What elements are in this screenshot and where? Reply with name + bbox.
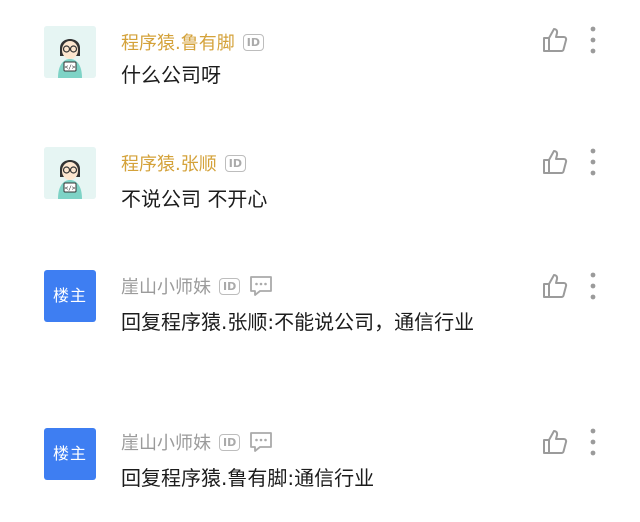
username[interactable]: 崖山小师妹 (121, 429, 211, 455)
comment-item: </> 程序猿.张顺 ID 不说公司 不开心 (0, 120, 640, 250)
more-icon[interactable] (587, 270, 599, 302)
chat-icon[interactable] (248, 274, 274, 298)
more-icon[interactable] (587, 24, 599, 56)
comment-list: </> 程序猿.鲁有脚 ID 什么公司呀 </> 程序猿.张顺 ID 不说公司 … (0, 0, 640, 522)
comment-text: 不说公司 不开心 (121, 187, 268, 211)
comment-item: 楼主 崖山小师妹 ID 回复程序猿.鲁有脚:通信行业 (0, 400, 640, 522)
avatar[interactable]: 楼主 (44, 428, 96, 480)
svg-text:</>: </> (65, 185, 76, 192)
id-badge: ID (242, 33, 264, 51)
thumbs-up-icon[interactable] (541, 428, 569, 456)
avatar[interactable]: </> (44, 26, 96, 78)
avatar[interactable]: </> (44, 147, 96, 199)
username[interactable]: 程序猿.张顺 (121, 150, 217, 176)
id-badge: ID (219, 433, 241, 451)
more-icon[interactable] (587, 146, 599, 178)
comment-text: 什么公司呀 (121, 63, 221, 87)
svg-text:</>: </> (65, 64, 76, 71)
id-badge: ID (224, 154, 246, 172)
id-badge: ID (219, 277, 241, 295)
username[interactable]: 崖山小师妹 (121, 273, 211, 299)
avatar[interactable]: 楼主 (44, 270, 96, 322)
chat-icon[interactable] (248, 430, 274, 454)
comment-item: 楼主 崖山小师妹 ID 回复程序猿.张顺:不能说公司，通信行业 (0, 250, 640, 400)
comment-header: 崖山小师妹 ID (121, 429, 274, 455)
comment-header: 程序猿.张顺 ID (121, 150, 246, 176)
comment-header: 程序猿.鲁有脚 ID (121, 29, 264, 55)
thumbs-up-icon[interactable] (541, 26, 569, 54)
username[interactable]: 程序猿.鲁有脚 (121, 29, 235, 55)
coder-avatar-icon: </> (44, 26, 96, 78)
comment-item: </> 程序猿.鲁有脚 ID 什么公司呀 (0, 0, 640, 120)
coder-avatar-icon: </> (44, 147, 96, 199)
thumbs-up-icon[interactable] (541, 272, 569, 300)
more-icon[interactable] (587, 426, 599, 458)
thumbs-up-icon[interactable] (541, 148, 569, 176)
comment-text: 回复程序猿.鲁有脚:通信行业 (121, 466, 375, 490)
comment-text: 回复程序猿.张顺:不能说公司，通信行业 (121, 310, 475, 334)
comment-header: 崖山小师妹 ID (121, 273, 274, 299)
